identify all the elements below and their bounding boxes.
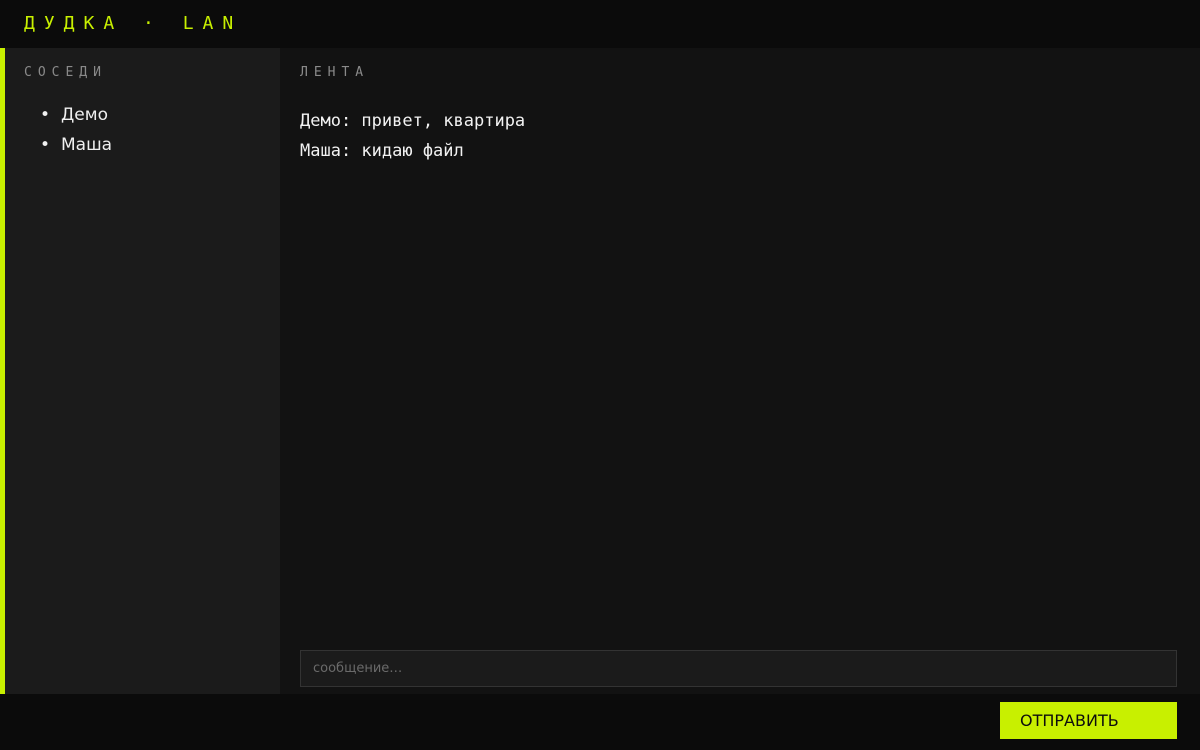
bottom-bar: ОТПРАВИТЬ (0, 694, 1200, 750)
peer-name: Маша (61, 135, 113, 155)
main-panel: ЛЕНТА Демо: привет, квартира Маша: кидаю… (280, 48, 1200, 694)
message-item: Демо: привет, квартира (300, 111, 526, 131)
message-item: Маша: кидаю файл (300, 141, 464, 161)
message-input[interactable] (300, 650, 1177, 687)
bullet-icon: • (40, 105, 51, 125)
app-title: ДУДКА · LAN (24, 13, 243, 34)
send-button[interactable]: ОТПРАВИТЬ (1000, 702, 1177, 739)
peer-list: • Демо • Маша (40, 100, 112, 160)
top-bar: ДУДКА · LAN (0, 0, 1200, 48)
peer-name: Демо (61, 105, 108, 125)
peer-item[interactable]: • Демо (40, 100, 112, 130)
peers-heading: СОСЕДИ (24, 65, 107, 80)
feed-heading: ЛЕНТА (300, 65, 370, 80)
sidebar: СОСЕДИ • Демо • Маша (0, 48, 280, 694)
peer-item[interactable]: • Маша (40, 130, 112, 160)
bullet-icon: • (40, 135, 51, 155)
message-feed: Демо: привет, квартира Маша: кидаю файл (300, 106, 1180, 166)
sidebar-accent-stripe (0, 48, 5, 694)
